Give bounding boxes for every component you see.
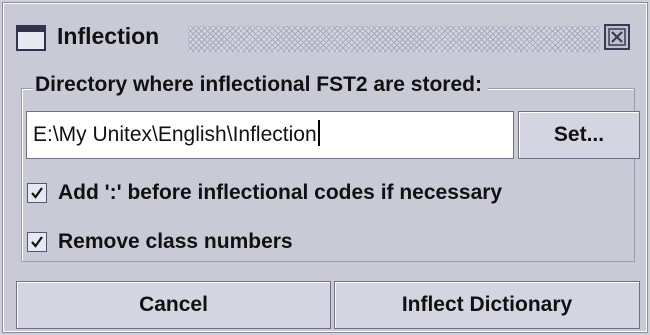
title-bar-drag-area[interactable] bbox=[188, 26, 600, 52]
close-icon[interactable] bbox=[604, 24, 630, 50]
add-colon-checkbox[interactable] bbox=[27, 183, 47, 203]
remove-class-numbers-option[interactable]: Remove class numbers bbox=[27, 230, 293, 254]
cancel-button[interactable]: Cancel bbox=[16, 281, 331, 329]
directory-input[interactable]: E:\My Unitex\English\Inflection bbox=[26, 111, 514, 159]
inflect-dictionary-button[interactable]: Inflect Dictionary bbox=[334, 281, 640, 329]
remove-class-numbers-checkbox[interactable] bbox=[27, 232, 47, 252]
directory-input-value: E:\My Unitex\English\Inflection bbox=[33, 123, 317, 146]
add-colon-option[interactable]: Add ':' before inflectional codes if nec… bbox=[27, 181, 502, 205]
directory-group-legend: Directory where inflectional FST2 are st… bbox=[33, 73, 488, 97]
window-icon bbox=[16, 25, 46, 51]
checkmark-icon bbox=[31, 187, 43, 199]
set-directory-button[interactable]: Set... bbox=[518, 111, 640, 159]
dialog-title: Inflection bbox=[57, 23, 160, 49]
text-caret bbox=[317, 120, 320, 147]
remove-class-numbers-label: Remove class numbers bbox=[58, 230, 293, 253]
add-colon-label: Add ':' before inflectional codes if nec… bbox=[58, 181, 503, 204]
checkmark-icon bbox=[31, 236, 43, 248]
